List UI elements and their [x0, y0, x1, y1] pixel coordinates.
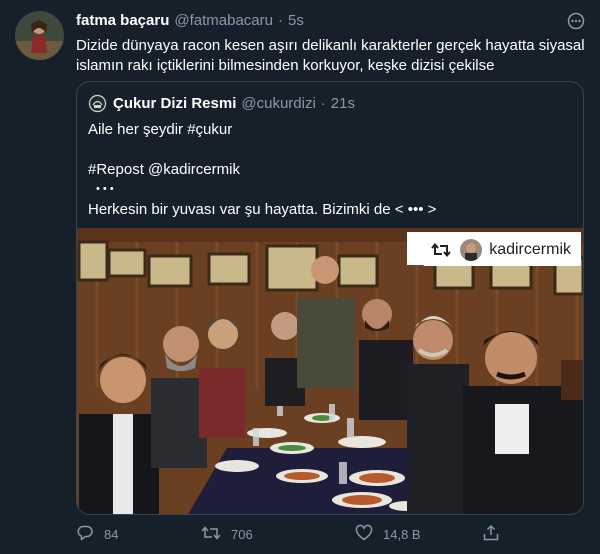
- tweet-time[interactable]: 5s: [288, 12, 304, 29]
- quoted-tweet-header: Çukur Dizi Resmi @cukurdizi · 21s: [88, 93, 355, 113]
- retweet-button[interactable]: 706: [201, 524, 355, 545]
- reply-count: 84: [104, 526, 119, 542]
- repost-username: kadircermik: [489, 240, 571, 258]
- quoted-tweet-photo[interactable]: kadircermik: [77, 228, 583, 514]
- author-handle[interactable]: @fatmabacaru: [174, 12, 273, 29]
- quoted-text-line: Aile her şeydir #çukur: [88, 121, 233, 138]
- tweet-actions: 84 706 14,8 B: [76, 522, 588, 546]
- author-avatar[interactable]: [15, 11, 64, 60]
- reply-button[interactable]: 84: [76, 524, 201, 545]
- tweet-text: Dizide dünyaya racon kesen aşırı delikan…: [76, 37, 585, 74]
- retweet-icon[interactable]: [201, 524, 231, 545]
- tweet[interactable]: fatma baçaru @fatmabacaru · 5s Dizide dü…: [0, 0, 600, 554]
- quoted-tweet[interactable]: Çukur Dizi Resmi @cukurdizi · 21s Aile h…: [76, 81, 584, 515]
- quoted-author-name[interactable]: Çukur Dizi Resmi: [113, 95, 236, 112]
- repost-avatar: [460, 238, 483, 261]
- quoted-tweet-time[interactable]: 21s: [331, 95, 355, 112]
- quoted-author-avatar: [88, 93, 107, 113]
- tweet-header: fatma baçaru @fatmabacaru · 5s: [76, 12, 584, 32]
- like-count: 14,8 B: [383, 526, 421, 542]
- share-icon[interactable]: [482, 524, 510, 545]
- reply-icon[interactable]: [76, 524, 104, 545]
- repost-badge: kadircermik: [423, 233, 581, 266]
- group-photo: [77, 228, 583, 514]
- quoted-tweet-text: Aile her şeydir #çukur #Repost @kadircer…: [88, 120, 568, 220]
- repost-icon: [431, 242, 451, 258]
- quoted-text-line: [88, 140, 568, 160]
- quoted-text-line: Herkesin bir yuvası var şu hayatta. Bizi…: [88, 201, 437, 218]
- quoted-author-handle[interactable]: @cukurdizi: [241, 95, 315, 112]
- like-button[interactable]: 14,8 B: [355, 524, 482, 545]
- heart-icon[interactable]: [355, 524, 383, 545]
- quoted-text-line: • • •: [96, 183, 114, 195]
- share-button[interactable]: [482, 524, 522, 545]
- retweet-count: 706: [231, 526, 253, 542]
- quoted-text-line: #Repost @kadircermik: [88, 161, 240, 178]
- author-name[interactable]: fatma baçaru: [76, 12, 169, 29]
- more-icon[interactable]: [566, 12, 586, 30]
- separator-dot: ·: [320, 94, 326, 112]
- separator-dot: ·: [277, 12, 283, 29]
